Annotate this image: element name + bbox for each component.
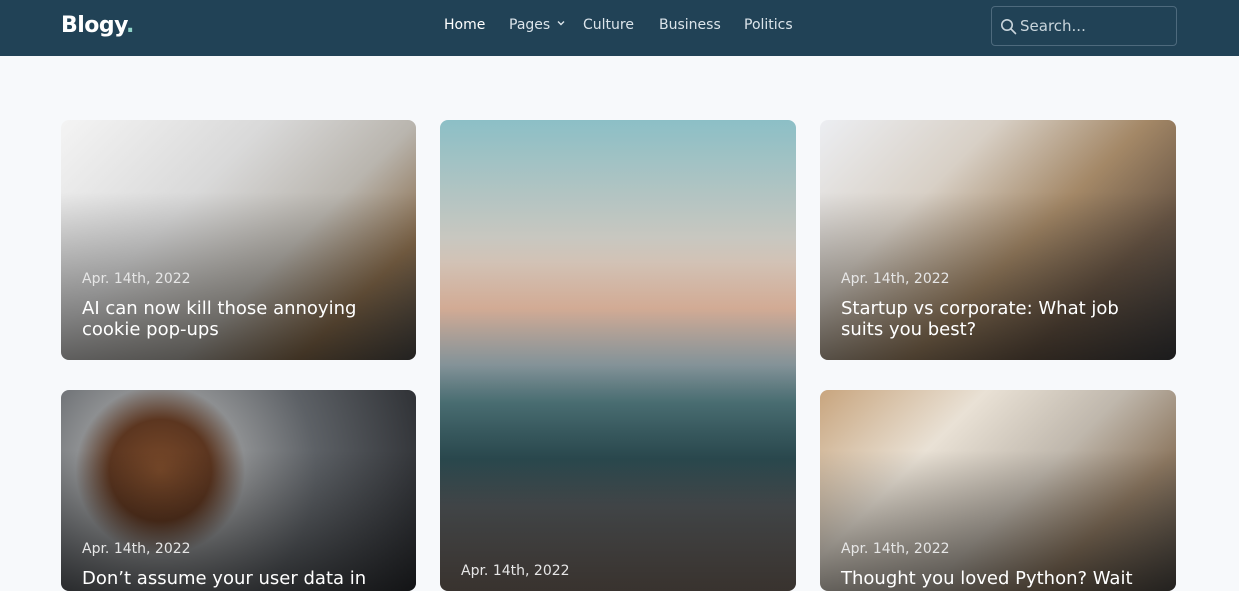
post-title[interactable]: Don’t assume your user data in the	[82, 568, 392, 591]
post-card[interactable]: Apr. 14th, 2022	[440, 120, 796, 591]
post-date: Apr. 14th, 2022	[461, 563, 570, 579]
post-card[interactable]: Apr. 14th, 2022 Don’t assume your user d…	[61, 390, 416, 591]
search-box[interactable]	[991, 6, 1177, 46]
nav-business[interactable]: Business	[659, 17, 721, 33]
post-card[interactable]: Apr. 14th, 2022 Startup vs corporate: Wh…	[820, 120, 1176, 360]
post-card[interactable]: Apr. 14th, 2022 Thought you loved Python…	[820, 390, 1176, 591]
post-title[interactable]: AI can now kill those annoying cookie po…	[82, 298, 392, 340]
post-title[interactable]: Startup vs corporate: What job suits you…	[841, 298, 1151, 340]
nav-pages[interactable]: Pages	[509, 17, 550, 33]
site-logo[interactable]: Blogy.	[61, 13, 134, 38]
post-date: Apr. 14th, 2022	[82, 271, 191, 287]
post-date: Apr. 14th, 2022	[82, 541, 191, 557]
top-navbar: Blogy. Home Pages Culture Business Polit…	[0, 0, 1239, 56]
nav-culture[interactable]: Culture	[583, 17, 634, 33]
card-overlay	[440, 120, 796, 591]
post-date: Apr. 14th, 2022	[841, 271, 950, 287]
logo-dot: .	[126, 13, 134, 38]
post-card[interactable]: Apr. 14th, 2022 AI can now kill those an…	[61, 120, 416, 360]
nav-home[interactable]: Home	[444, 17, 485, 33]
nav-politics[interactable]: Politics	[744, 17, 793, 33]
search-icon[interactable]	[1000, 18, 1017, 35]
search-input[interactable]	[1020, 7, 1170, 45]
logo-text: Blogy	[61, 13, 127, 38]
chevron-down-icon[interactable]	[556, 18, 566, 28]
post-date: Apr. 14th, 2022	[841, 541, 950, 557]
post-title[interactable]: Thought you loved Python? Wait	[841, 568, 1151, 589]
card-overlay	[820, 390, 1176, 591]
card-overlay	[61, 390, 416, 591]
